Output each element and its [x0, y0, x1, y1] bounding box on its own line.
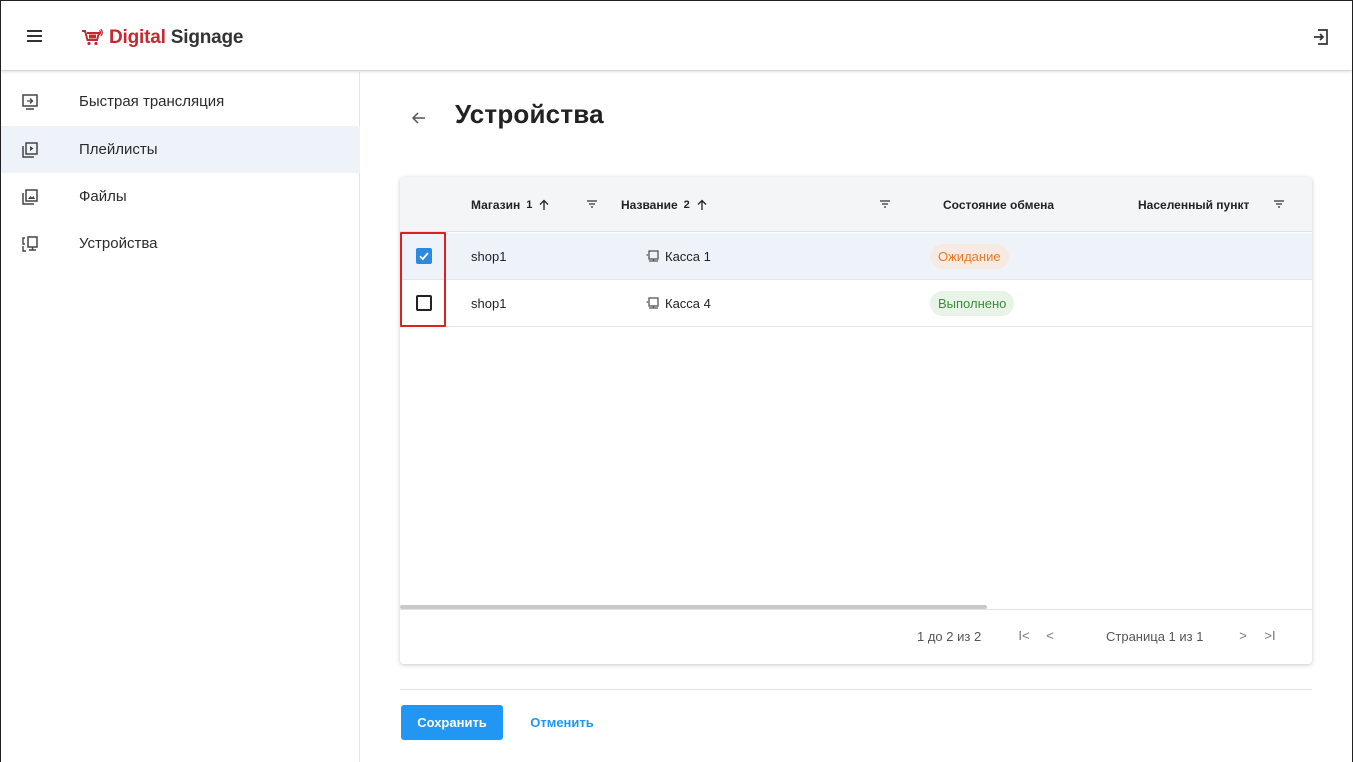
sidebar-item-files[interactable]: Файлы	[1, 173, 360, 220]
previous-page-button[interactable]: <	[1042, 627, 1058, 645]
sidebar-item-quick-broadcast[interactable]: Быстрая трансляция	[1, 78, 360, 125]
sort-ascending-icon	[539, 199, 549, 210]
playlist-play-icon	[22, 141, 38, 158]
table-header: Магазин 1 Название 2 Состояние обмена На…	[400, 177, 1312, 232]
cash-register-icon	[646, 296, 659, 309]
image-files-icon	[22, 188, 38, 205]
filter-icon[interactable]	[1273, 198, 1285, 210]
screen-cast-icon	[22, 93, 38, 110]
first-page-button[interactable]: I<	[1016, 627, 1032, 645]
device-name: Касса 4	[665, 296, 711, 311]
checkmark-icon	[419, 252, 429, 261]
next-page-button[interactable]: >	[1235, 627, 1251, 645]
hamburger-menu-icon[interactable]	[25, 28, 45, 44]
status-badge: Выполнено	[930, 291, 1015, 316]
devices-table: Магазин 1 Название 2 Состояние обмена На…	[400, 177, 1312, 664]
filter-icon[interactable]	[879, 198, 891, 210]
actions-divider	[400, 689, 1312, 690]
pagination-bar: 1 до 2 из 2 I< < Страница 1 из 1 > >I	[400, 609, 1312, 664]
page-indicator: Страница 1 из 1	[1106, 629, 1204, 644]
row-range-summary: 1 до 2 из 2	[917, 629, 982, 644]
sidebar-nav: Быстрая трансляция Плейлисты Файлы Устро…	[1, 72, 360, 762]
sidebar-item-playlists[interactable]: Плейлисты	[1, 126, 360, 173]
save-button[interactable]: Сохранить	[401, 705, 503, 740]
cell-status: Выполнено	[930, 280, 1015, 327]
logout-icon[interactable]	[1312, 28, 1330, 46]
status-badge: Ожидание	[930, 244, 1009, 269]
page-title: Устройства	[455, 99, 604, 129]
sidebar-item-label: Файлы	[79, 188, 127, 205]
device-name: Касса 1	[665, 249, 711, 264]
row-checkbox[interactable]	[416, 248, 432, 264]
brand-name-part2: Signage	[170, 27, 244, 48]
column-header-exchange-status[interactable]: Состояние обмена	[943, 177, 1054, 232]
devices-icon	[22, 235, 38, 252]
cell-name: Касса 1	[645, 233, 711, 280]
table-row[interactable]: shop1 Касса 1 Ожидание	[400, 233, 1312, 280]
column-header-label: Магазин	[471, 197, 521, 212]
cancel-button[interactable]: Отменить	[515, 705, 609, 740]
sidebar-item-devices[interactable]: Устройства	[1, 220, 360, 267]
sort-ascending-icon	[697, 199, 707, 210]
column-header-label: Состояние обмена	[943, 197, 1055, 212]
sort-order-number: 2	[683, 198, 690, 211]
top-app-bar: Digital Signage	[1, 1, 1352, 71]
sort-order-number: 1	[526, 198, 533, 211]
column-header-locality[interactable]: Населенный пункт	[1138, 177, 1249, 232]
sidebar-item-label: Плейлисты	[79, 141, 158, 158]
filter-icon[interactable]	[586, 198, 598, 210]
cell-shop: shop1	[471, 249, 507, 264]
brand-logo[interactable]: Digital Signage	[81, 27, 243, 49]
arrow-left-icon[interactable]	[409, 108, 429, 128]
last-page-button[interactable]: >I	[1262, 627, 1278, 645]
cell-shop: shop1	[471, 296, 507, 311]
brand-name-part1: Digital	[109, 27, 166, 48]
column-header-label: Населенный пункт	[1138, 197, 1250, 212]
column-header-name[interactable]: Название 2	[621, 177, 707, 232]
brand-name: Digital Signage	[109, 27, 243, 49]
cell-name: Касса 4	[645, 280, 711, 327]
sidebar-item-label: Устройства	[79, 235, 158, 252]
row-checkbox[interactable]	[416, 295, 432, 311]
sidebar-item-label: Быстрая трансляция	[79, 93, 225, 110]
column-header-shop[interactable]: Магазин 1	[471, 177, 549, 232]
table-row[interactable]: shop1 Касса 4 Выполнено	[400, 280, 1312, 327]
cash-register-icon	[646, 249, 659, 262]
cart-signal-icon	[82, 28, 103, 46]
column-header-label: Название	[621, 197, 678, 212]
cell-status: Ожидание	[930, 233, 1009, 280]
